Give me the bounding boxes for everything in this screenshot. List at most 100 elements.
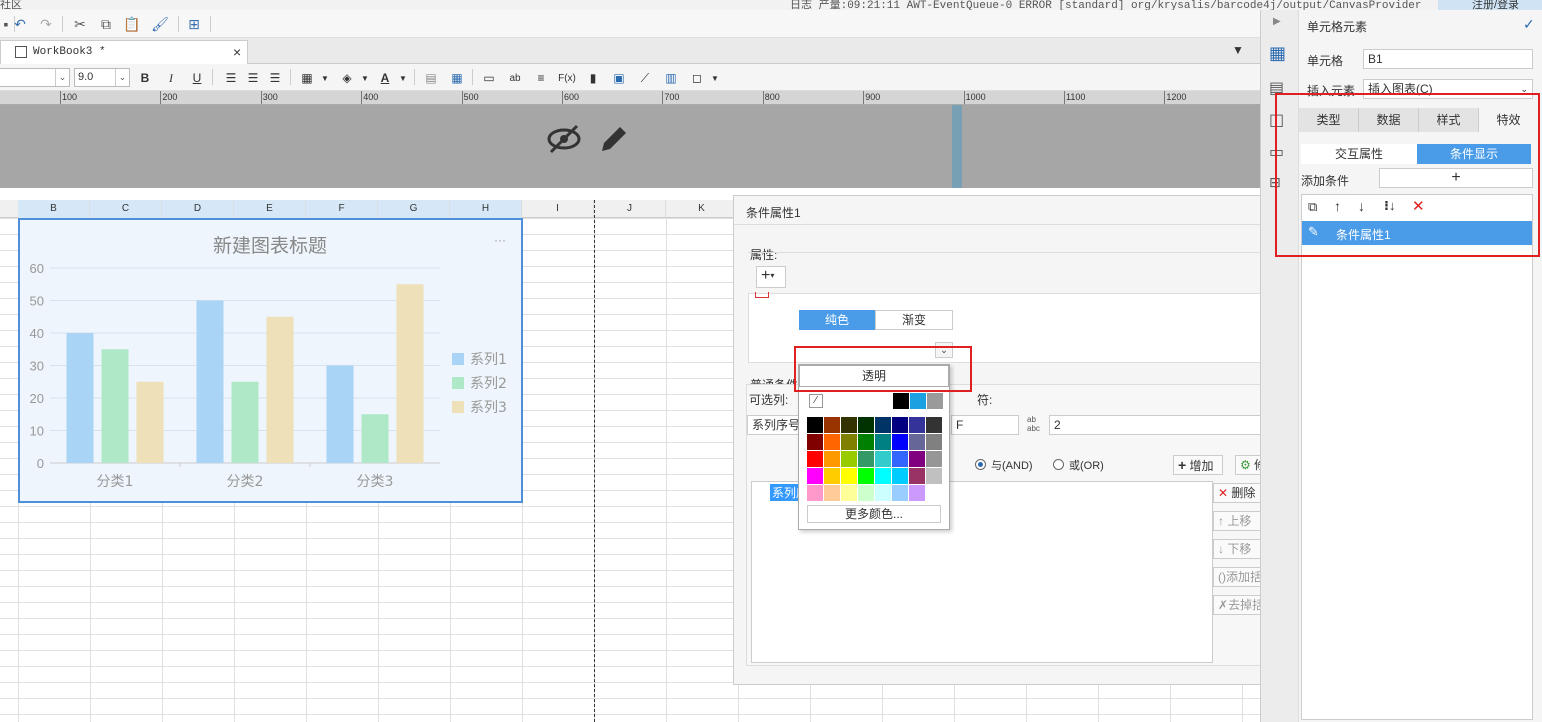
color-swatch[interactable]	[807, 434, 823, 450]
column-header-h[interactable]: H	[450, 200, 522, 218]
undo-icon[interactable]: ↶	[10, 14, 30, 34]
font-family-select[interactable]: ⌄	[0, 68, 70, 87]
cell-input[interactable]: B1	[1363, 49, 1533, 69]
operator-select[interactable]: F	[951, 415, 1019, 435]
tab-menu-icon[interactable]: ▼	[1232, 43, 1244, 57]
color-swatch[interactable]	[841, 434, 857, 450]
fill-color-icon[interactable]: ◈	[338, 69, 356, 87]
column-header-c[interactable]: C	[90, 200, 162, 218]
hide-eye-icon[interactable]	[546, 123, 582, 155]
add-button[interactable]: + 增加	[1173, 455, 1223, 475]
redo-icon[interactable]: ↷	[36, 14, 56, 34]
community-link[interactable]: 社区	[0, 0, 22, 10]
value-input[interactable]: 2	[1049, 415, 1287, 435]
tab-workbook3[interactable]: WorkBook3 * ×	[0, 40, 248, 64]
color-swatch[interactable]	[841, 485, 857, 501]
color-swatch[interactable]	[824, 417, 840, 433]
format-brush-icon[interactable]: 🖌	[150, 14, 170, 34]
color-swatch[interactable]	[858, 468, 874, 484]
column-select[interactable]: 系列序号	[747, 415, 803, 435]
color-swatch[interactable]	[892, 468, 908, 484]
color-swatch[interactable]	[841, 451, 857, 467]
column-header-j[interactable]: J	[594, 200, 666, 218]
color-swatch[interactable]	[909, 468, 925, 484]
formula-icon[interactable]: F(x)	[558, 69, 576, 87]
color-swatch[interactable]	[892, 451, 908, 467]
color-swatch[interactable]	[926, 417, 942, 433]
color-swatch[interactable]	[824, 485, 840, 501]
color-swatch[interactable]	[893, 393, 909, 409]
font-size-select[interactable]: 9.0 ⌄	[74, 68, 130, 87]
color-swatch[interactable]	[858, 434, 874, 450]
copy-icon[interactable]: ⧉	[96, 14, 116, 34]
image-icon[interactable]: ▣	[610, 69, 628, 87]
column-header-f[interactable]: F	[306, 200, 378, 218]
color-swatch[interactable]	[858, 451, 874, 467]
font-color-icon[interactable]: A	[376, 69, 394, 87]
color-swatch[interactable]	[858, 417, 874, 433]
eyedropper-icon[interactable]: ⁄	[809, 394, 823, 408]
add-attr-button[interactable]: +▾	[756, 266, 786, 288]
collapse-arrow-icon[interactable]: ▶	[1273, 16, 1281, 27]
more-colors-button[interactable]: 更多颜色...	[807, 505, 941, 523]
align-left-icon[interactable]: ☰	[222, 69, 240, 87]
border-dropdown-icon[interactable]: ▼	[316, 69, 334, 87]
color-swatch[interactable]	[875, 434, 891, 450]
color-swatch[interactable]	[927, 393, 943, 409]
bold-button[interactable]: B	[136, 69, 154, 87]
edit-pencil-icon[interactable]	[598, 123, 630, 155]
column-header-i[interactable]: I	[522, 200, 594, 218]
color-swatch[interactable]	[807, 417, 823, 433]
solid-color-tab[interactable]: 纯色	[799, 310, 875, 330]
align-center-icon[interactable]: ☰	[244, 69, 262, 87]
color-swatch[interactable]	[875, 417, 891, 433]
cut-icon[interactable]: ✂	[70, 14, 90, 34]
column-header-k[interactable]: K	[666, 200, 738, 218]
underline-button[interactable]: U	[188, 69, 206, 87]
insert-object-icon[interactable]: ◻	[688, 69, 706, 87]
color-swatch[interactable]	[926, 485, 942, 501]
align-right-icon[interactable]: ☰	[266, 69, 284, 87]
or-radio[interactable]	[1053, 459, 1064, 470]
color-swatch[interactable]	[909, 417, 925, 433]
color-swatch[interactable]	[926, 451, 942, 467]
chart-icon[interactable]: ▮	[584, 69, 602, 87]
column-header-g[interactable]: G	[378, 200, 450, 218]
color-swatch[interactable]	[875, 451, 891, 467]
slash-icon[interactable]: ⟋	[636, 69, 654, 87]
border-icon[interactable]: ▦	[298, 69, 316, 87]
input-icon[interactable]: ▭	[480, 69, 498, 87]
color-swatch[interactable]	[909, 485, 925, 501]
and-radio[interactable]	[975, 459, 986, 470]
column-header-d[interactable]: D	[162, 200, 234, 218]
fill-dropdown-icon[interactable]: ▼	[356, 69, 374, 87]
color-swatch[interactable]	[824, 434, 840, 450]
check-icon[interactable]: ✓	[1523, 16, 1535, 33]
color-swatch[interactable]	[892, 434, 908, 450]
column-header-b[interactable]: B	[18, 200, 90, 218]
table-icon[interactable]: ▦	[448, 69, 466, 87]
abc-icon[interactable]: ab abc	[1027, 415, 1045, 435]
merge-icon[interactable]: ▤	[422, 69, 440, 87]
preview-icon[interactable]: ⊞	[184, 14, 204, 34]
color-swatch[interactable]	[824, 468, 840, 484]
color-swatch[interactable]	[807, 451, 823, 467]
color-swatch[interactable]	[875, 485, 891, 501]
color-swatch[interactable]	[807, 468, 823, 484]
color-swatch[interactable]	[892, 417, 908, 433]
italic-button[interactable]: I	[162, 69, 180, 87]
text-icon[interactable]: ab	[506, 69, 524, 87]
color-swatch[interactable]	[926, 468, 942, 484]
delete-attr-icon[interactable]	[755, 292, 769, 298]
color-swatch[interactable]	[926, 434, 942, 450]
login-button[interactable]: 注册/登录	[1438, 0, 1542, 10]
subreport-icon[interactable]: ▥	[662, 69, 680, 87]
color-swatch[interactable]	[824, 451, 840, 467]
paragraph-icon[interactable]: ≡	[532, 69, 550, 87]
column-header-e[interactable]: E	[234, 200, 306, 218]
paste-icon[interactable]: 📋	[122, 14, 142, 34]
color-swatch[interactable]	[807, 485, 823, 501]
color-swatch[interactable]	[858, 485, 874, 501]
color-swatch[interactable]	[909, 451, 925, 467]
color-swatch[interactable]	[841, 468, 857, 484]
